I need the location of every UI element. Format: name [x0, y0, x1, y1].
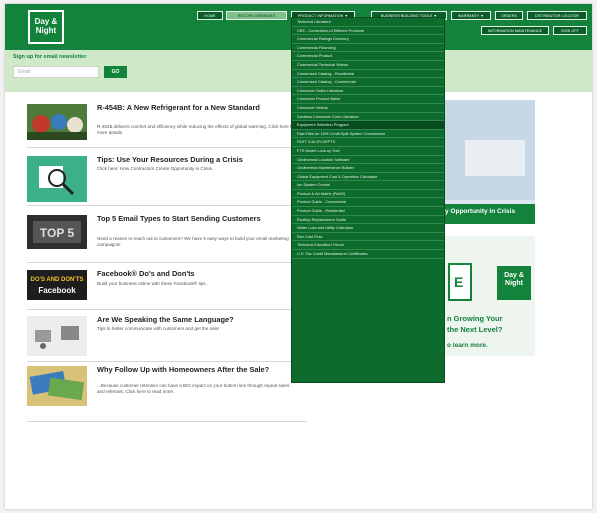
article-r454b[interactable]: R-454B: A New Refrigerant for a New Stan… [27, 104, 307, 148]
divider [27, 262, 307, 263]
top5-text: TOP 5 [40, 226, 75, 240]
divider [27, 361, 307, 362]
nav-sign-off[interactable]: SIGN OFF [553, 26, 587, 35]
promo-big-letter: E [454, 274, 464, 290]
facebook-tag-text: DO'S AND DON'TS [31, 277, 84, 283]
article-title[interactable]: Tips: Use Your Resources During a Crisis [97, 156, 303, 164]
magnifier-thumbnail [27, 156, 87, 202]
menu-item[interactable]: Consumer Videos [292, 104, 444, 113]
menu-item[interactable]: Rooftop Replacement Guide [292, 216, 444, 225]
menu-item[interactable]: Condensed Catalog - Commercial [292, 78, 444, 87]
menu-item[interactable]: Ductless Consumer Color Literature [292, 113, 444, 122]
article-desc: R-454B delivers comfort and efficiency w… [97, 124, 296, 135]
menu-item[interactable]: FTR Model Look-up Tool [292, 147, 444, 156]
product-information-dropdown: Technical Literature CEE - Consortium of … [291, 17, 445, 383]
menu-item[interactable]: Consumer Sales Literature [292, 87, 444, 96]
menu-item[interactable]: Technical Education Forum [292, 241, 444, 251]
article-desc: Tips to better communicate with customer… [97, 326, 220, 331]
menu-item[interactable]: Technical Literature [292, 18, 444, 27]
menu-item[interactable]: Consumer Product Ballot [292, 95, 444, 104]
divider [27, 205, 307, 206]
menu-item[interactable]: Commercial Product [292, 52, 444, 61]
promo-brand: Day & Night [504, 272, 524, 287]
nav-orders[interactable]: ORDERS [495, 11, 523, 20]
go-button[interactable]: GO [104, 66, 127, 78]
promo-caption: y Opportunity in Crisis [445, 208, 516, 215]
divider [27, 421, 307, 422]
article-title[interactable]: Are We Speaking the Same Language? [97, 316, 303, 324]
promo-line2: the Next Level? [447, 325, 503, 334]
menu-item[interactable]: Ion System Control [292, 181, 444, 190]
article-same-language[interactable]: Are We Speaking the Same Language? Tips … [27, 316, 307, 362]
article-desc: Click here: How Contractors Create Oppor… [97, 166, 214, 171]
article-title[interactable]: Top 5 Email Types to Start Sending Custo… [97, 215, 303, 223]
menu-item[interactable]: Geothermal Location Software [292, 156, 444, 165]
menu-item[interactable]: Commercial Ratings Directory [292, 35, 444, 44]
nav-distributor-locator[interactable]: DISTRIBUTOR LOCATOR [527, 11, 587, 20]
menu-item[interactable]: Commercial Technical Videos [292, 61, 444, 70]
facebook-word-text: Facebook [38, 286, 76, 295]
menu-item[interactable]: Product Guide - Commercial [292, 198, 444, 208]
menu-item[interactable]: CEE - Consortium of Efficient Products [292, 27, 444, 36]
menu-item[interactable]: Rev Cost Flow [292, 233, 444, 242]
nav-warranty[interactable]: WARRANTY ▼ [451, 11, 491, 20]
money-thumbnail [27, 366, 87, 406]
menu-item[interactable]: U.S. Tax Credit Manufacturer Certificate… [292, 250, 444, 259]
promo-crisis[interactable]: y Opportunity in Crisis [445, 100, 535, 224]
menu-item[interactable]: Fast Files for 15% Credit Split System C… [292, 130, 444, 139]
nav-home[interactable]: HOME [197, 11, 223, 20]
article-title[interactable]: R-454B: A New Refrigerant for a New Stan… [97, 104, 303, 112]
menu-item[interactable]: Condensed Catalog - Residential [292, 70, 444, 79]
promo-line1: n Growing Your [447, 314, 503, 323]
brand-logo[interactable]: Day & Night [28, 10, 64, 44]
article-desc: ...Because customer retention can have a… [97, 383, 290, 394]
email-field[interactable]: Email [13, 66, 99, 78]
divider [27, 147, 307, 148]
article-title[interactable]: Why Follow Up with Homeowners After the … [97, 366, 303, 374]
menu-item[interactable]: Product Guide - Residential [292, 207, 444, 216]
newsletter-label: Sign up for email newsletter [13, 54, 87, 60]
logo-text: Day & Night [34, 17, 58, 35]
article-top5-emails[interactable]: TOP 5 Top 5 Email Types to Start Sending… [27, 215, 307, 263]
facebook-thumbnail: DO'S AND DON'TS Facebook [27, 270, 87, 300]
menu-item[interactable]: Product & Ad Matrix (PAAS) [292, 190, 444, 199]
speech-thumbnail [27, 316, 87, 356]
promo-growing[interactable]: E Day & Night n Growing Your the Next Le… [445, 236, 535, 356]
menu-item[interactable]: Global Equipment Cost & Operation Calcul… [292, 173, 444, 182]
article-facebook[interactable]: DO'S AND DON'TS Facebook Facebook® Do's … [27, 270, 307, 310]
email-thumbnail: TOP 5 [27, 215, 87, 249]
refrigerant-thumbnail [27, 104, 87, 140]
article-title[interactable]: Facebook® Do's and Don'ts [97, 270, 303, 278]
menu-item[interactable]: Geothermal Maintenance Builder [292, 164, 444, 173]
article-desc: Need a reason to reach out to customers?… [97, 236, 289, 247]
promo-line3: o learn more. [447, 342, 488, 349]
menu-item[interactable]: Water Loss and Utility Calculator [292, 224, 444, 233]
menu-item[interactable]: Equipment Selection Program [292, 121, 444, 130]
divider [27, 309, 307, 310]
article-crisis-tips[interactable]: Tips: Use Your Resources During a Crisis… [27, 156, 307, 206]
menu-item[interactable]: Commercial Financing [292, 44, 444, 53]
nav-record-webinars[interactable]: RECORD WEBINARS [226, 11, 287, 20]
nav-information-maintenance[interactable]: INFORMATION MAINTENANCE [481, 26, 549, 35]
article-desc: Build your business online with these Fa… [97, 281, 207, 286]
article-follow-up[interactable]: Why Follow Up with Homeowners After the … [27, 366, 307, 422]
browser-frame: Day & Night HOME RECORD WEBINARS PRODUCT… [5, 4, 592, 509]
menu-item[interactable]: FAST ICAC/R-DEPTS [292, 138, 444, 147]
